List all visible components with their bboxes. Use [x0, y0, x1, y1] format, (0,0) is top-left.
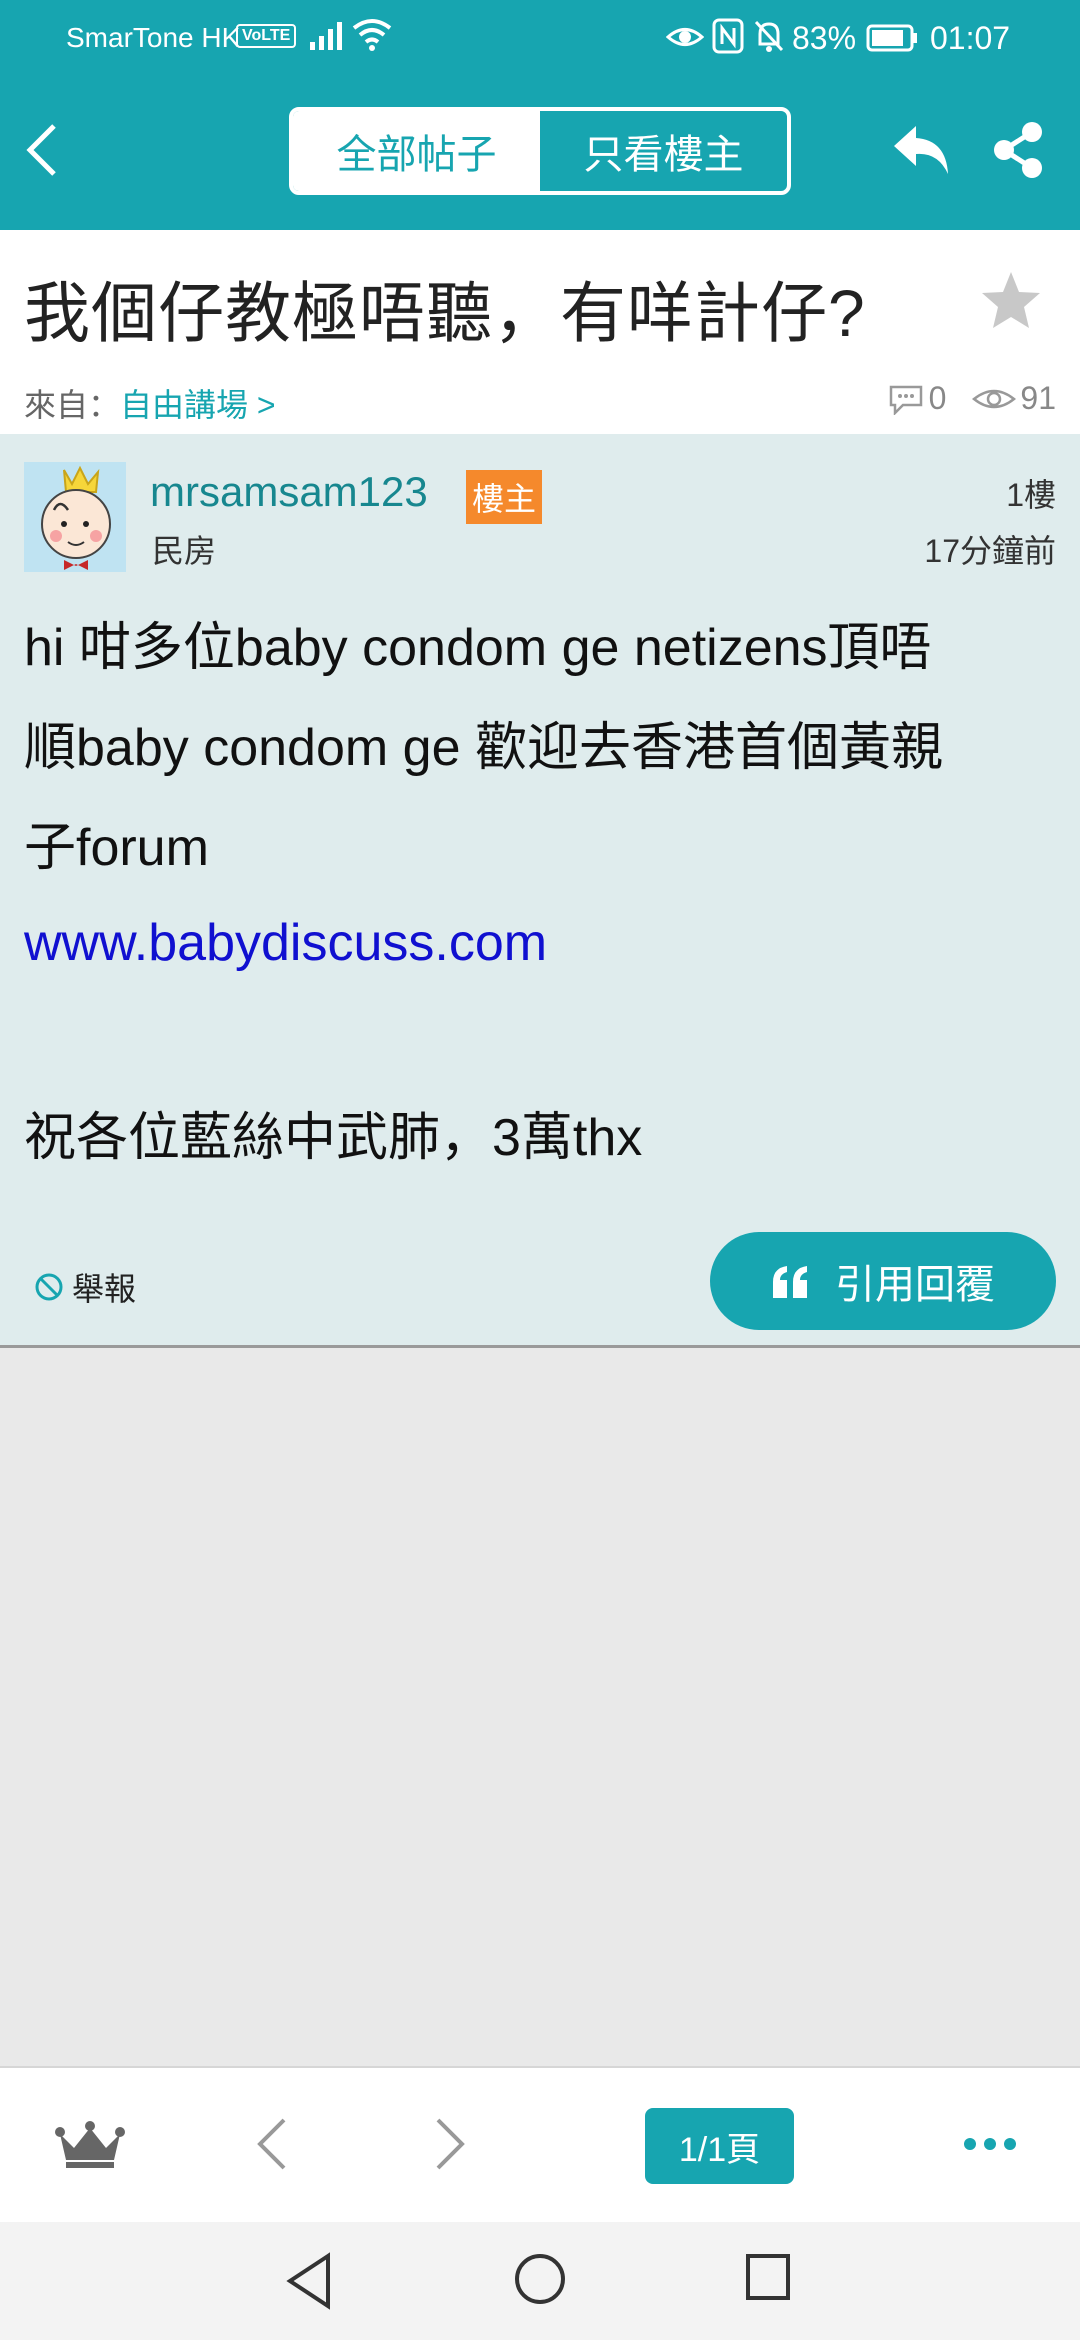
baby-avatar-icon — [24, 462, 126, 572]
post-time: 17分鐘前 — [924, 533, 1056, 569]
from-label: 來自： — [24, 387, 121, 423]
floor-number: 1樓 — [1006, 477, 1056, 513]
post-body-line: 祝各位藍絲中武肺，3萬thx — [24, 1109, 643, 1167]
tab-all-posts[interactable]: 全部帖子 — [293, 111, 540, 191]
system-nav-bar — [0, 2222, 1080, 2340]
carrier-name: SmarTone HK — [66, 22, 241, 53]
quote-reply-label: 引用回覆 — [835, 1263, 995, 1307]
username[interactable]: mrsamsam123 — [150, 468, 428, 516]
app-header: SmarTone HK VoLTE 83% 01:07 全部帖子 只看樓主 — [0, 0, 1080, 230]
wifi-icon — [352, 19, 392, 51]
report-label: 舉報 — [72, 1271, 137, 1307]
quote-icon — [773, 1266, 807, 1298]
thread-stats: 0 91 — [887, 380, 1056, 417]
page-selector[interactable]: 1/1頁 — [645, 2108, 794, 2184]
ban-icon — [35, 1273, 63, 1301]
clock: 01:07 — [930, 20, 1011, 56]
reply-icon[interactable] — [890, 122, 952, 178]
post-card: mrsamsam123 樓主 民房 1樓 17分鐘前 hi 咁多位baby co… — [0, 434, 1080, 1348]
signal-icon — [310, 22, 342, 50]
share-icon[interactable] — [990, 120, 1046, 180]
nfc-icon — [712, 18, 744, 54]
op-badge: 樓主 — [466, 470, 543, 524]
prev-page-icon[interactable] — [254, 2116, 290, 2172]
star-icon[interactable] — [980, 270, 1042, 330]
post-body-line: 子forum — [24, 819, 209, 877]
post-body-line: 順baby condom ge 歡迎去香港首個黃親 — [24, 719, 943, 777]
next-page-icon[interactable] — [432, 2116, 468, 2172]
system-recents-icon[interactable] — [744, 2252, 792, 2302]
report-button[interactable]: 舉報 — [34, 1264, 136, 1310]
bottom-toolbar: 1/1頁 — [0, 2066, 1080, 2222]
user-rank: 民房 — [152, 533, 217, 569]
post-link[interactable]: www.babydiscuss.com — [24, 898, 1064, 988]
mute-bell-icon — [754, 20, 784, 52]
quote-reply-button[interactable]: 引用回覆 — [710, 1232, 1056, 1330]
thread-header: 我個仔教極唔聽，有咩計仔? 來自：自由講場 > 0 91 — [0, 230, 1080, 434]
battery-icon — [866, 24, 917, 52]
page-title: 我個仔教極唔聽，有咩計仔? — [24, 276, 866, 350]
back-arrow-icon[interactable] — [22, 120, 62, 180]
crown-icon[interactable] — [54, 2120, 126, 2168]
system-back-icon[interactable] — [284, 2252, 334, 2310]
status-bar: SmarTone HK VoLTE 83% 01:07 — [0, 0, 1080, 76]
view-eye-icon — [972, 389, 1017, 408]
tab-switcher: 全部帖子 只看樓主 — [289, 107, 791, 195]
post-body-line: hi 咁多位baby condom ge netizens頂唔 — [24, 619, 932, 677]
eye-comfort-icon — [666, 28, 704, 46]
volte-icon: VoLTE — [236, 24, 297, 48]
forum-link[interactable]: 自由講場 > — [120, 387, 276, 423]
battery-percent: 83% — [792, 20, 857, 56]
view-count: 91 — [1020, 380, 1056, 416]
more-icon[interactable] — [960, 2134, 1020, 2154]
system-home-icon[interactable] — [513, 2252, 567, 2306]
comment-icon — [889, 385, 922, 415]
forum-source: 來自：自由講場 > — [24, 380, 276, 426]
post-body: hi 咁多位baby condom ge netizens頂唔 順baby co… — [24, 598, 1064, 1188]
tab-op-only[interactable]: 只看樓主 — [540, 111, 787, 191]
comment-count: 0 — [928, 380, 947, 416]
avatar[interactable] — [24, 462, 126, 572]
